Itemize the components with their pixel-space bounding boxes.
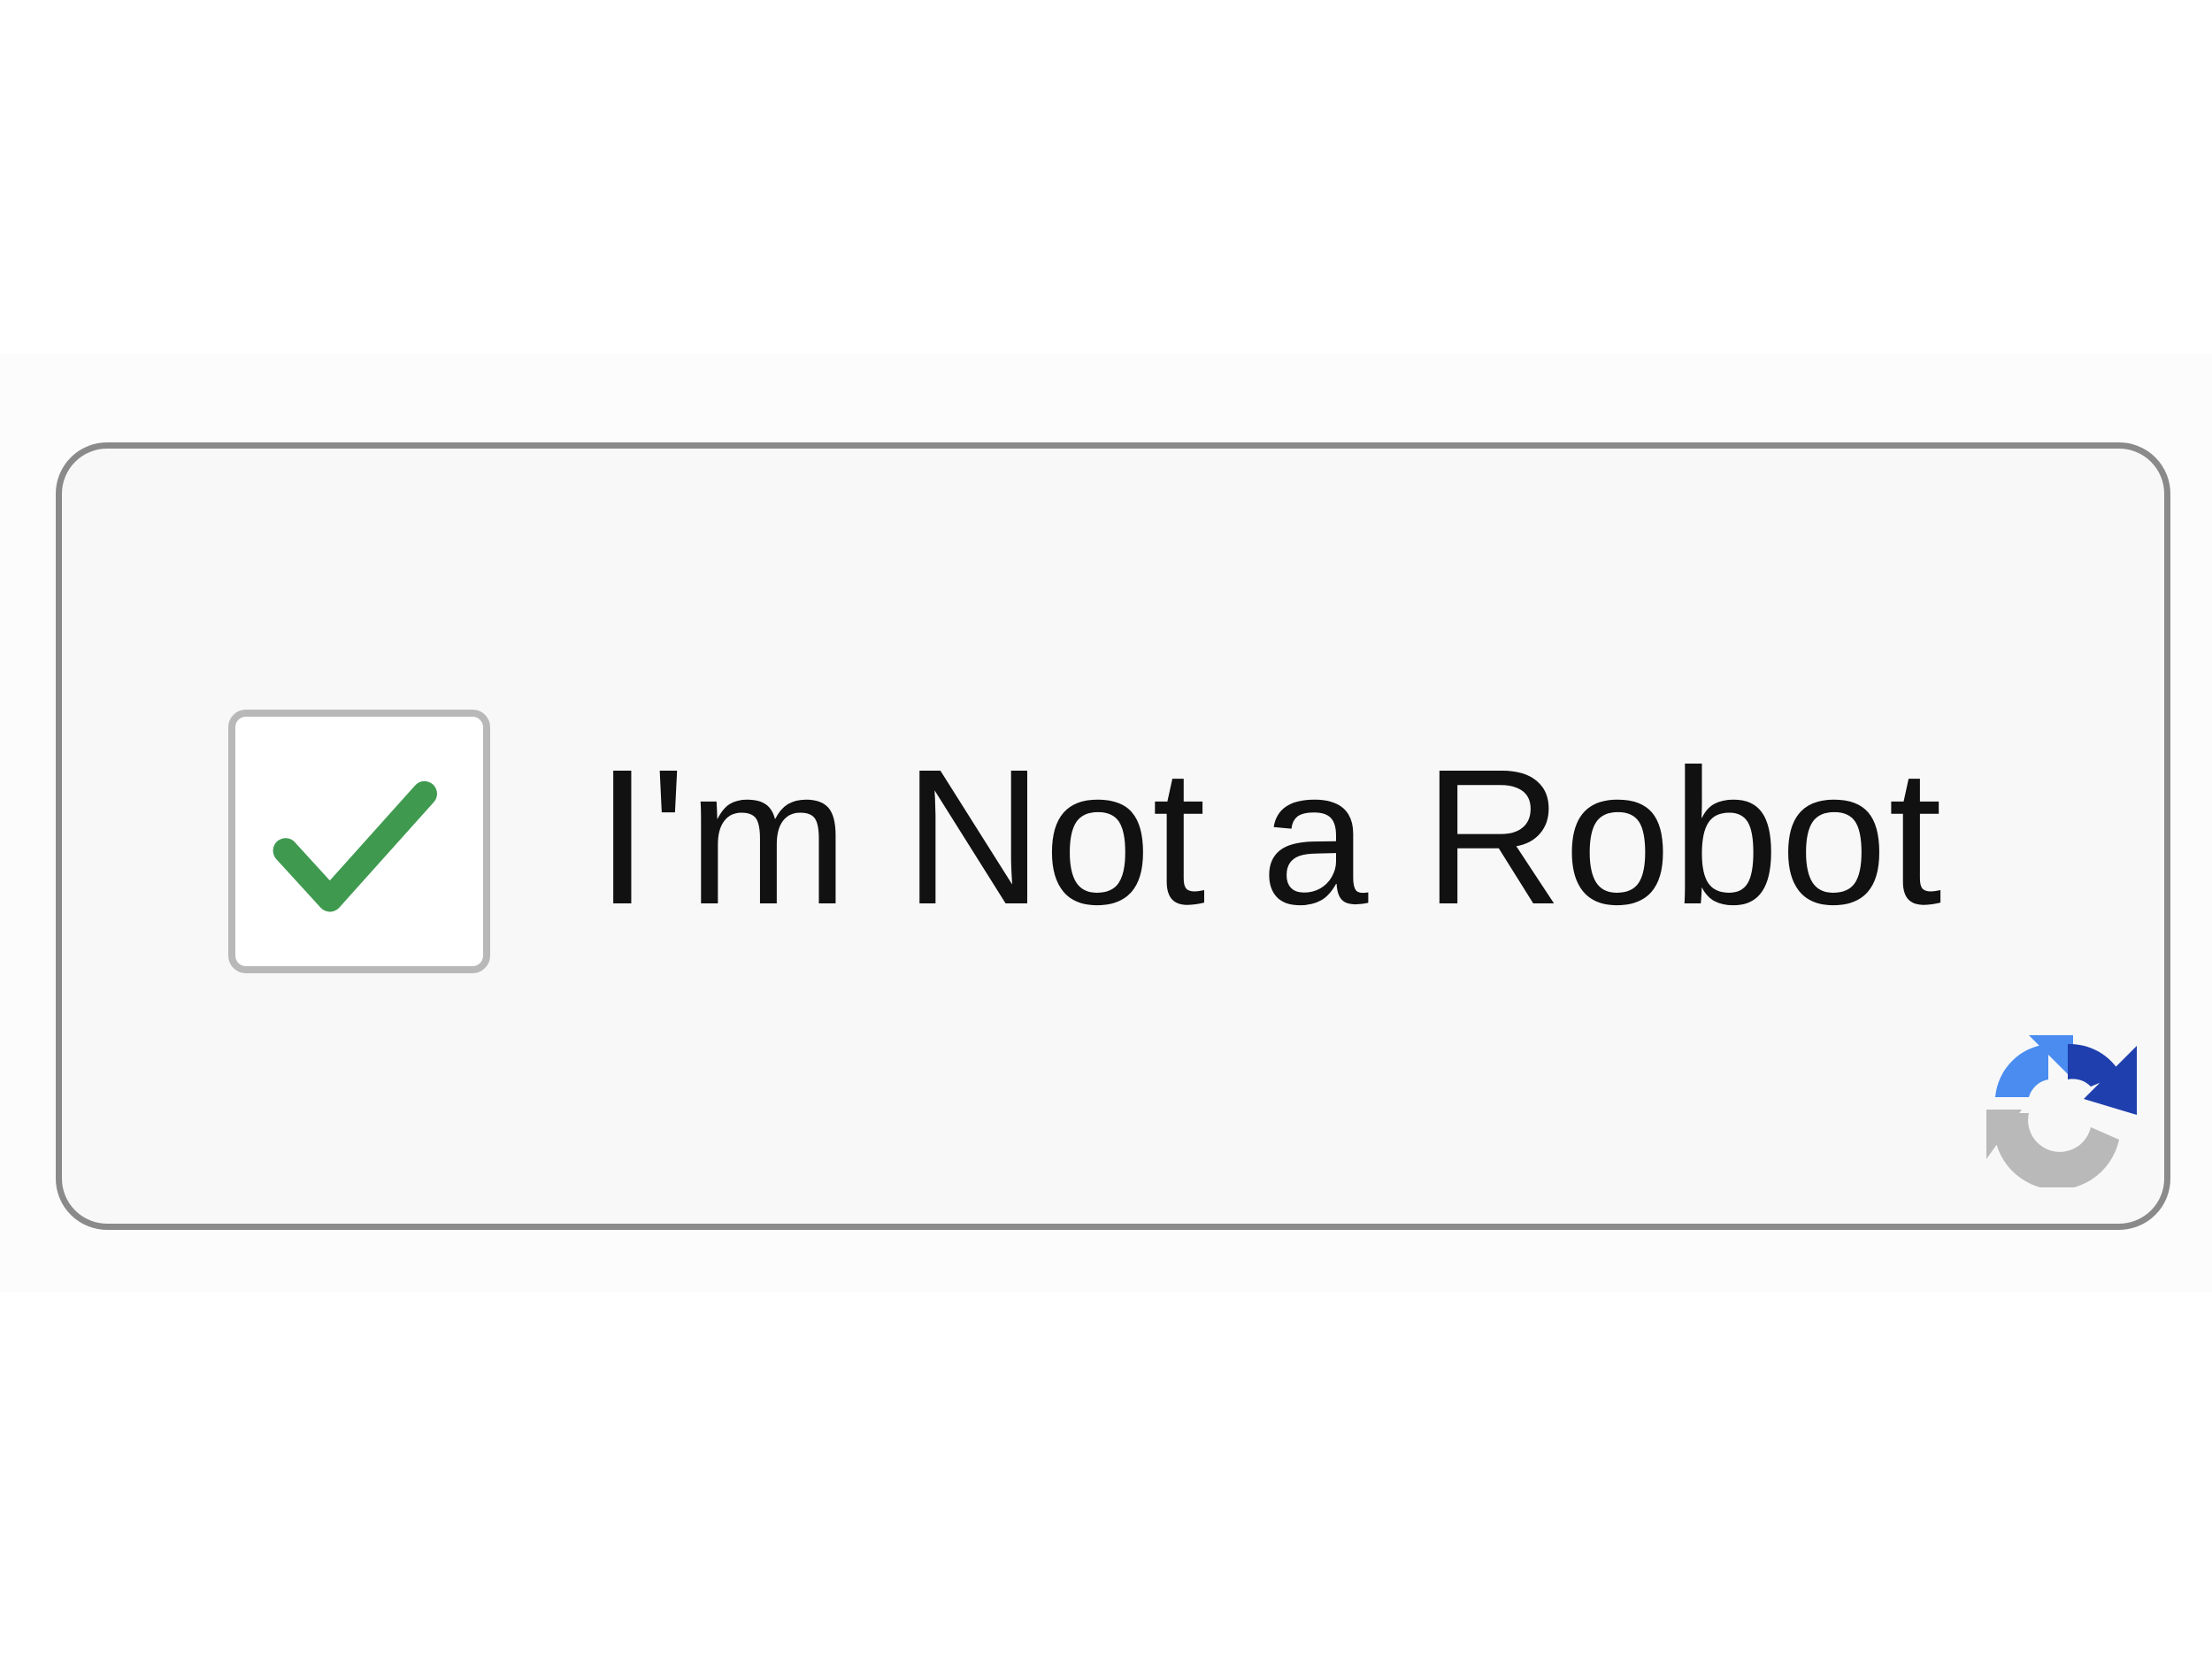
checkmark-icon [273,780,437,912]
recaptcha-logo-icon [1986,1035,2137,1187]
captcha-label[interactable]: I'm Not a Robot [595,705,1943,971]
not-a-robot-checkbox[interactable] [228,710,490,973]
captcha-widget: I'm Not a Robot [56,442,2170,1230]
